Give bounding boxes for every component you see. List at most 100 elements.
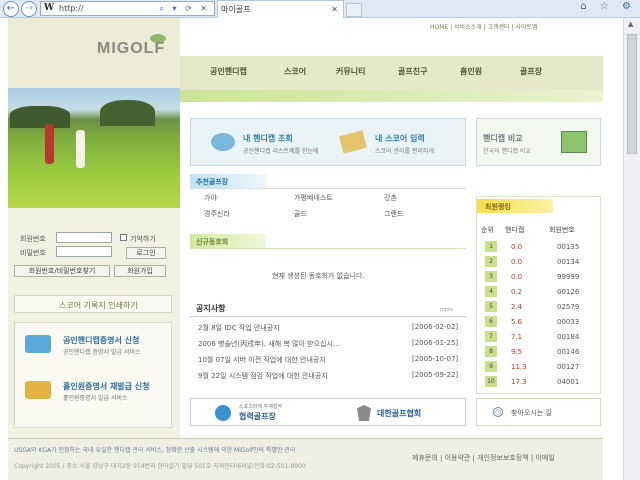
course-link[interactable]: 그랜드 [384,209,403,219]
nav-score[interactable]: 스코어 [284,66,306,77]
kgu-link[interactable]: 대한골프협회 [377,408,421,419]
hole-in-one-title[interactable]: 홀인원증명서 재발급 신청 [63,381,150,392]
rank-member-id[interactable]: 02579 [557,303,579,311]
golfer-figure [45,124,54,164]
nav-handicap[interactable]: 공인핸디캡 [210,66,247,77]
login-button[interactable]: 로그인 [126,247,166,259]
compare-icon [561,131,587,153]
hole-in-one-icon [25,381,51,399]
golfer-figure [76,130,85,168]
rank-member-id[interactable]: 00127 [557,363,579,371]
browser-toolbar: ← → W http:// ⌕ ▾ ⟳ ✕ 마이골프 ✕ ⌂ ☆ ⚙ [0,0,640,18]
rank-handicap: 17.3 [511,378,527,386]
join-button[interactable]: 회원가입 [114,265,166,277]
address-bar[interactable]: W http:// ⌕ ▾ ⟳ ✕ [40,1,215,16]
id-label: 회원번호 [20,235,46,243]
rank-member-id[interactable]: 04001 [557,378,579,386]
nav-community[interactable]: 커뮤니티 [336,66,365,77]
nav-underline [180,90,603,102]
password-input[interactable] [56,246,112,257]
close-tab-icon[interactable]: ✕ [331,1,338,18]
my-handicap-box: 내 핸디캡 조회 공인핸디캡 리스트예를 한눈에 내 스코어 입력 스코어 관리… [190,118,466,166]
course-link[interactable]: 강촌 [384,193,397,203]
site-icon: W [44,3,55,13]
nav-golf-course[interactable]: 골프장 [520,66,542,77]
rank-member-id[interactable]: 00134 [557,258,579,266]
notice-item[interactable]: 10월 07일 서버 이전 작업에 대한 안내공지 [198,355,326,365]
course-link[interactable]: 경주신라 [204,209,230,219]
notice-more-link[interactable]: more [440,307,453,313]
notice-item[interactable]: 2월 8일 IDC 작업 안내공지 [198,323,280,333]
notice-item[interactable]: 9월 22일 시스템 점검 작업에 대한 안내공지 [198,371,328,381]
remember-checkbox[interactable] [120,234,127,241]
recommend-list: 가야 가평베네스트 강촌 경주신라 골드 그랜드 [190,188,466,228]
tree-shape [100,100,155,126]
back-button[interactable]: ← [3,1,19,17]
rank-member-id[interactable]: 99999 [557,273,579,281]
tree-shape [10,106,70,128]
certificate-sub: 공인핸디캡 증명서 발급 서비스 [63,349,141,356]
ranking-col-rank: 순위 [481,226,494,234]
rank-handicap: 7.1 [511,333,523,341]
print-score-banner[interactable]: 스코어 기록지 인쇄하기 [14,295,172,313]
page: MIGOLF HOME | 서비스소개 | 고객센터 | 사이트맵 공인핸디캡 … [0,18,623,480]
notice-item[interactable]: 2006 병술년(丙戌年), 새해 복 많이 받으십시... [198,339,340,349]
new-tab-button[interactable] [346,3,362,17]
tab-migolf[interactable]: 마이골프 ✕ [217,0,344,18]
footer-links[interactable]: 제휴문의 | 이용약관 | 개인정보보호정책 | 이메일 [412,453,555,463]
recommend-title: 추천골프장 [196,178,229,186]
certificate-icon [25,335,51,353]
partner-icon [215,405,231,421]
course-link[interactable]: 골드 [294,209,307,219]
ranking-title: 최원랭킹 [485,203,511,211]
id-input[interactable] [56,232,112,243]
partner-banner: 스포츠마케 추계협약 협력골프장 대한골프협회 [190,398,466,426]
vertical-scrollbar[interactable]: ▲ [623,18,640,480]
club-panel: 현재 생성된 동호회가 없습니다. [190,248,466,292]
score-icon [339,130,367,154]
directions-banner[interactable]: ◷ 찾아오시는 길 [476,398,601,426]
score-title[interactable]: 내 스코어 입력 [375,133,425,144]
recommend-header: 추천골프장 [190,174,266,188]
rank-number: 8 [485,346,497,357]
rank-number: 7 [485,331,497,342]
handicap-icon [211,133,235,151]
handicap-title[interactable]: 내 핸디캡 조회 [243,133,293,144]
handicap-sub: 공인핸디캡 리스트예를 한눈에 [243,148,319,155]
course-link[interactable]: 가평베네스트 [294,193,333,203]
notice-date: [2006-02-02] [412,323,459,331]
site-logo[interactable]: MIGOLF [97,40,165,58]
top-links[interactable]: HOME | 서비스소개 | 고객센터 | 사이트맵 [430,22,537,31]
club-empty-text: 현재 생성된 동호회가 없습니다. [272,272,365,280]
certificate-title[interactable]: 공인핸디캡증명서 신청 [63,335,139,346]
hole-in-one-sub: 홀인원증명서 발급 서비스 [63,395,128,402]
rank-number: 2 [485,256,497,267]
rank-member-id[interactable]: 00135 [557,243,579,251]
certificate-banner: 공인핸디캡증명서 신청 공인핸디캡 증명서 발급 서비스 홀인원증명서 재발급 … [14,322,172,428]
rank-member-id[interactable]: 00184 [557,333,579,341]
scroll-up-icon[interactable]: ▲ [628,20,633,28]
nav-friends[interactable]: 골프친구 [398,66,427,77]
tab-title: 마이골프 [221,5,251,14]
address-text: http:// [59,4,84,13]
scroll-thumb[interactable] [627,34,637,154]
rank-member-id[interactable]: 00033 [557,318,579,326]
course-link[interactable]: 가야 [204,193,217,203]
find-account-button[interactable]: 회원번호/비밀번호찾기 [14,265,110,277]
notice-date: [2005-09-22] [412,371,459,379]
print-score-label: 스코어 기록지 인쇄하기 [59,301,138,310]
forward-button[interactable]: → [21,1,37,17]
footer-tagline: USGA와 KGA가 인정하는 국내 유일한 핸디캡 관리 서비스, 정확한 산… [14,447,296,454]
ranking-col-handicap: 핸디캡 [505,226,525,234]
ranking-col-member: 회원번호 [549,226,575,234]
handicap-compare-box[interactable]: 핸디캡 비교 한국의 핸디캡 비교 [476,118,601,166]
nav-hole-in-one[interactable]: 홈인원 [460,66,482,77]
notice-divider [190,316,466,317]
address-actions[interactable]: ⌕ ▾ ⟳ ✕ [159,2,210,15]
rank-member-id[interactable]: 00146 [557,348,579,356]
ranking-header: 최원랭킹 [477,199,553,213]
rank-member-id[interactable]: 00126 [557,288,579,296]
rank-number: 4 [485,286,497,297]
browser-icons[interactable]: ⌂ ☆ ⚙ [580,1,636,12]
partner-courses-link[interactable]: 협력골프장 [239,411,276,422]
